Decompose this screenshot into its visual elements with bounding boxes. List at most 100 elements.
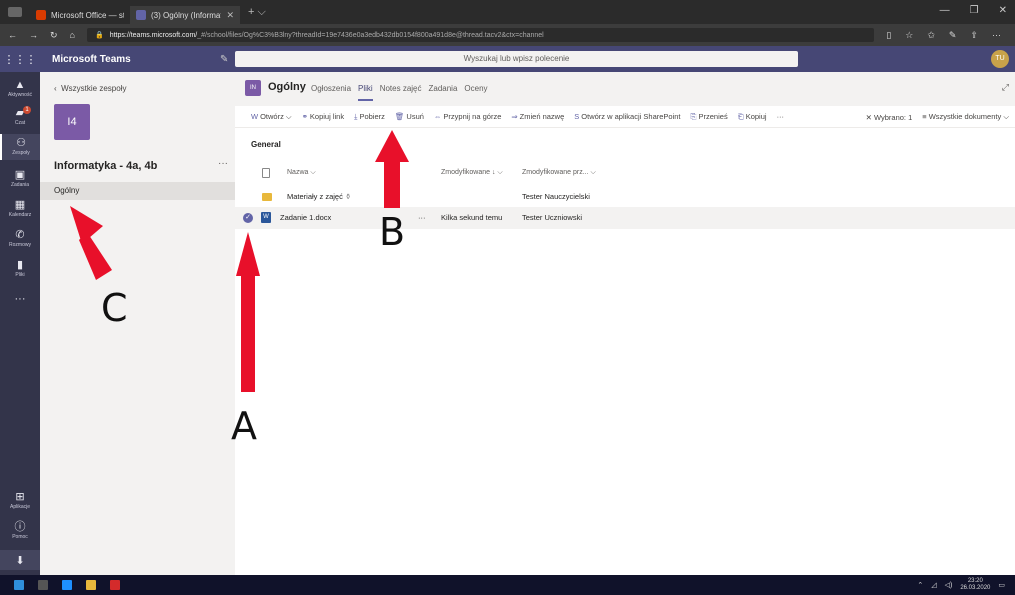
- teams-favicon-icon: [136, 10, 146, 20]
- volume-icon[interactable]: ◁): [945, 581, 953, 589]
- tab-posts[interactable]: Ogłoszenia: [311, 84, 351, 101]
- search-input[interactable]: Wyszukaj lub wpisz polecenie: [235, 51, 798, 67]
- back-icon[interactable]: ←: [8, 30, 17, 40]
- annotation-letter-c: C: [101, 286, 128, 330]
- settings-more-icon[interactable]: ···: [992, 30, 1001, 41]
- rename-button[interactable]: ⇒ Zmień nazwę: [511, 112, 564, 121]
- bell-icon: ▲: [14, 79, 26, 91]
- office-favicon-icon: [36, 10, 46, 20]
- download-button[interactable]: ⤓ Pobierz: [354, 112, 385, 122]
- url-path: _#/school/files/Og%C3%B3lny?threadId=19e…: [197, 31, 544, 39]
- channel-tabs: Ogłoszenia Pliki Notes zajęć Zadania Oce…: [311, 84, 488, 101]
- close-tab-icon[interactable]: ✕: [226, 10, 234, 21]
- more-commands-button[interactable]: ···: [777, 112, 785, 121]
- new-tab-icon[interactable]: + ⌵: [248, 6, 266, 19]
- teams-icon: ⚇: [16, 137, 26, 149]
- clock[interactable]: 23:20 26.03.2020: [960, 578, 990, 592]
- start-icon[interactable]: [14, 580, 24, 590]
- rail-item-activity[interactable]: ▲ Aktywność: [0, 78, 40, 98]
- download-app-icon: ⬇: [15, 555, 25, 567]
- browser-tab-bar: Microsoft Office — strona g (3) Ogólny (…: [0, 0, 1015, 24]
- notifications-icon[interactable]: ▭: [998, 581, 1005, 589]
- tab-actions-icon[interactable]: [8, 7, 22, 17]
- move-icon: ⎘: [690, 111, 697, 121]
- expand-icon[interactable]: ⤢: [1002, 82, 1009, 93]
- word-open-icon: W: [251, 111, 259, 121]
- maximize-icon[interactable]: ❐: [970, 5, 979, 16]
- column-name[interactable]: Nazwa ⌵: [287, 169, 316, 177]
- table-row[interactable]: Materiały z zajęć ⚱ Tester Nauczycielski: [235, 186, 1015, 208]
- browser-tab-office[interactable]: Microsoft Office — strona g: [30, 6, 130, 24]
- delete-button[interactable]: 🗑 Usuń: [395, 112, 424, 121]
- new-chat-icon[interactable]: ✎: [220, 54, 234, 65]
- chat-icon: ▰: [15, 107, 25, 119]
- copy-button[interactable]: ⎗ Kopiuj: [738, 112, 767, 122]
- checkmark-icon[interactable]: ✓: [243, 213, 253, 223]
- tab-grades[interactable]: Oceny: [464, 84, 487, 101]
- channel-item-general[interactable]: Ogólny: [40, 182, 235, 200]
- rail-item-download[interactable]: ⬇: [0, 550, 40, 570]
- file-type-icon: [262, 168, 270, 178]
- favorites-bar-icon[interactable]: ✩: [927, 30, 935, 41]
- app-launcher-icon[interactable]: ⋮⋮⋮: [0, 53, 40, 66]
- table-row-selected[interactable]: ✓ W Zadanie 1.docx ··· Kilka sekund temu…: [235, 207, 1015, 229]
- folder-icon: [262, 193, 272, 201]
- url-host: https://teams.microsoft.com/: [109, 31, 198, 39]
- open-in-sharepoint-button[interactable]: S Otwórz w aplikacji SharePoint: [574, 112, 680, 121]
- window-controls: — ❐ ✕: [940, 5, 1007, 16]
- selection-count[interactable]: ✕ Wybrano: 1: [866, 113, 913, 122]
- rail-item-teams[interactable]: ⚇ Zespoły: [0, 134, 40, 160]
- rail-item-assignments[interactable]: ▣ Zadania: [0, 168, 40, 188]
- back-to-teams-link[interactable]: ‹ Wszystkie zespoły: [54, 84, 126, 93]
- tab-assignments[interactable]: Zadania: [429, 84, 458, 101]
- pen-icon[interactable]: ✎: [949, 30, 957, 41]
- view-selector[interactable]: ≡ Wszystkie dokumenty ⌵: [922, 112, 1009, 122]
- open-button[interactable]: W Otwórz ⌵: [251, 112, 292, 122]
- tray-chevron-icon[interactable]: ⌃: [917, 581, 923, 589]
- column-modified-by[interactable]: Zmodyfikowane prz... ⌵: [522, 169, 596, 177]
- row-name[interactable]: Zadanie 1.docx: [280, 213, 331, 222]
- favorite-star-icon[interactable]: ☆: [905, 30, 913, 41]
- rail-item-chat[interactable]: ▰ Czat 1: [0, 106, 40, 126]
- tab-files[interactable]: Pliki: [358, 84, 373, 101]
- word-doc-icon: W: [261, 212, 271, 223]
- forward-icon[interactable]: →: [29, 30, 38, 40]
- pin-to-top-button[interactable]: ⇔ Przypnij na górze: [434, 112, 501, 121]
- breadcrumb[interactable]: General: [251, 140, 281, 149]
- edge-icon[interactable]: [62, 580, 72, 590]
- reading-view-icon[interactable]: ▯: [886, 30, 891, 41]
- table-header: Nazwa ⌵ Zmodyfikowane ↓ ⌵ Zmodyfikowane …: [235, 164, 1015, 182]
- rail-item-calls[interactable]: ✆ Rozmowy: [0, 228, 40, 248]
- rail-item-files[interactable]: ▮ Pliki: [0, 258, 40, 278]
- refresh-icon[interactable]: ↻: [50, 30, 58, 41]
- chat-badge: 1: [23, 106, 31, 114]
- copy-icon: ⎗: [737, 111, 744, 121]
- home-icon[interactable]: ⌂: [70, 30, 75, 40]
- rail-item-help[interactable]: ⓘ Pomoc: [0, 520, 40, 540]
- rail-item-apps[interactable]: ⊞ Aplikacje: [0, 490, 40, 510]
- row-more-icon[interactable]: ···: [418, 213, 426, 222]
- move-button[interactable]: ⎘ Przenieś: [691, 112, 728, 122]
- annotation-letter-a: A: [231, 404, 257, 448]
- acrobat-icon[interactable]: [110, 580, 120, 590]
- team-more-options-icon[interactable]: ···: [218, 158, 228, 169]
- avatar[interactable]: TU: [991, 50, 1009, 68]
- browser-tab-teams[interactable]: (3) Ogólny (Informatyka ✕: [130, 6, 240, 24]
- tab-class-notebook[interactable]: Notes zajęć: [380, 84, 422, 101]
- link-icon: ⚭: [301, 112, 308, 121]
- copy-link-button[interactable]: ⚭ Kopiuj link: [302, 112, 344, 121]
- url-field[interactable]: 🔒 https://teams.microsoft.com/ _#/school…: [86, 28, 875, 42]
- network-icon[interactable]: ◿: [931, 581, 936, 589]
- rail-item-calendar[interactable]: ▦ Kalendarz: [0, 198, 40, 218]
- minimize-icon[interactable]: —: [940, 5, 950, 16]
- file-explorer-icon[interactable]: [86, 580, 96, 590]
- teams-header: ⋮⋮⋮ Microsoft Teams ✎ Wyszukaj lub wpisz…: [0, 46, 1015, 72]
- column-modified[interactable]: Zmodyfikowane ↓ ⌵: [441, 169, 503, 177]
- channel-header: IN Ogólny Ogłoszenia Pliki Notes zajęć Z…: [235, 72, 1015, 106]
- rail-item-more[interactable]: ···: [0, 292, 40, 306]
- task-view-icon[interactable]: [38, 580, 48, 590]
- close-window-icon[interactable]: ✕: [999, 5, 1007, 16]
- rename-icon: ⇒: [511, 112, 518, 121]
- share-icon[interactable]: ⇪: [970, 30, 978, 41]
- channel-title: Ogólny: [268, 81, 306, 93]
